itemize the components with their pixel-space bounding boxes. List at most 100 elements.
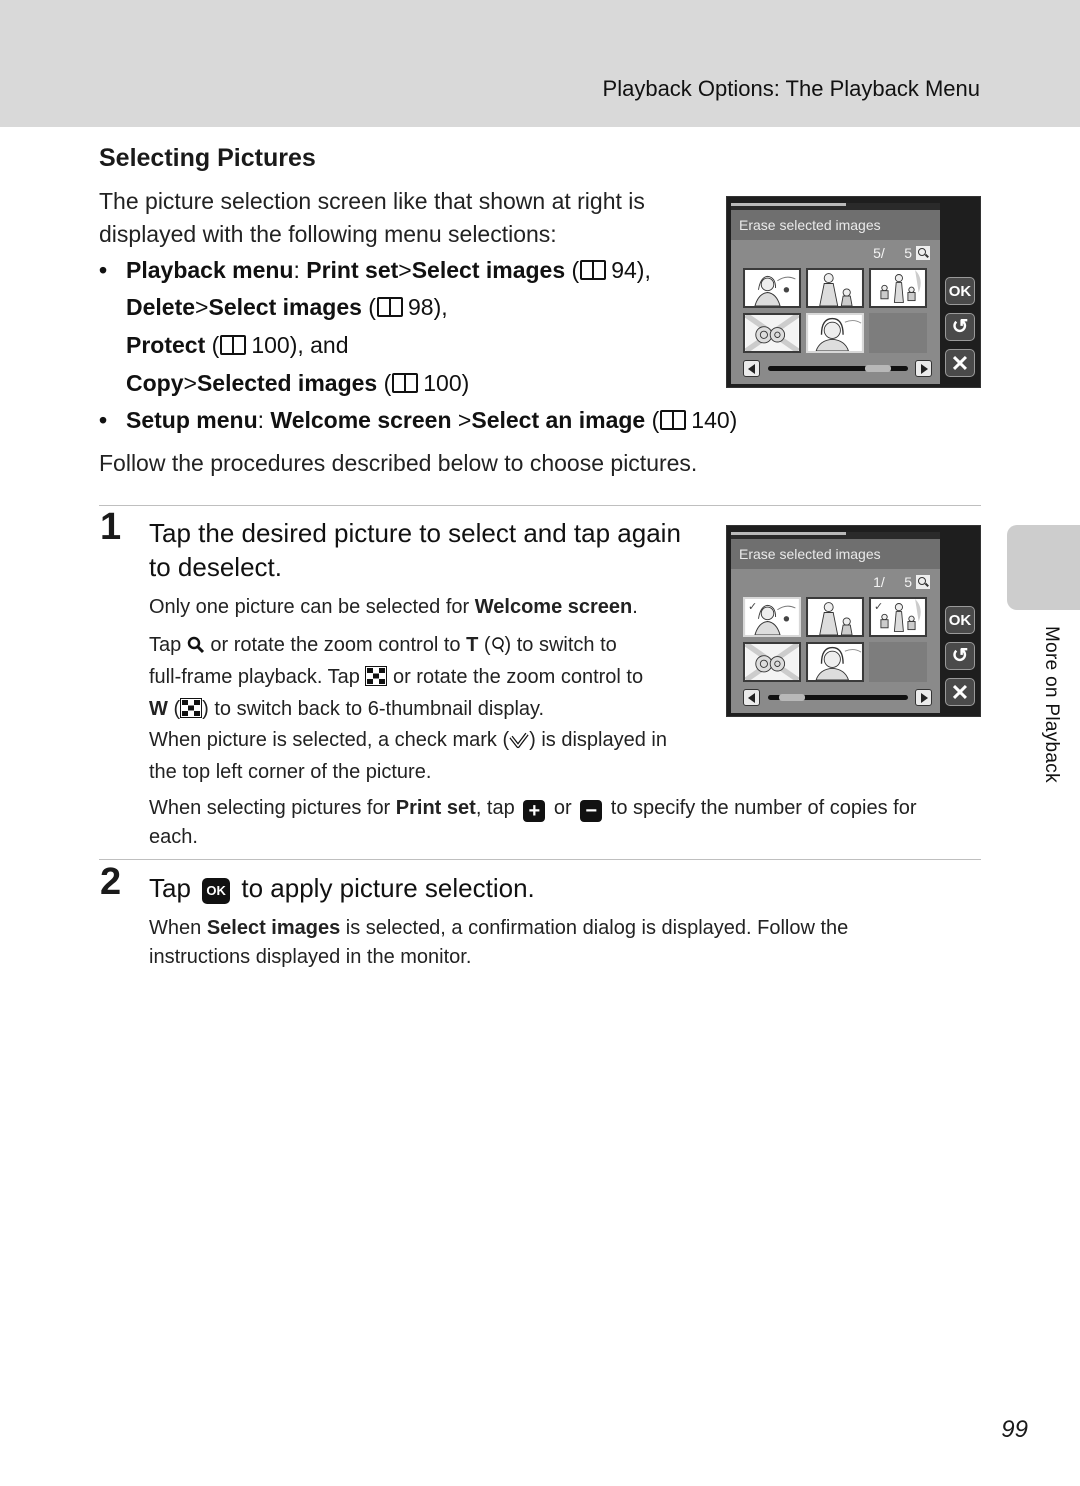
text: ) xyxy=(729,407,738,433)
menu-item-name: Protect xyxy=(126,332,206,358)
step-1-title: Tap the desired picture to select and ta… xyxy=(149,516,681,584)
book-reference-icon xyxy=(660,410,687,430)
cancel-button[interactable]: ✕ xyxy=(945,349,975,377)
check-note-line-1: When picture is selected, a check mark (… xyxy=(149,726,667,758)
text: full-frame playback. Tap xyxy=(149,666,366,688)
text: When selecting pictures for xyxy=(149,797,396,819)
print-note-line-1: When selecting pictures for Print set, t… xyxy=(149,794,989,823)
step-2-number: 2 xyxy=(100,861,122,903)
page-reference: 94 xyxy=(611,257,637,283)
cancel-button[interactable]: ✕ xyxy=(945,678,975,706)
book-reference-icon xyxy=(392,373,419,393)
book-reference-icon xyxy=(220,335,247,355)
text: Tap xyxy=(149,873,199,903)
camera-screen-example-2: Erase selected images 1/ 5 ✓ ✓ OK ↺ ✕ xyxy=(726,525,981,717)
follow-instruction: Follow the procedures described below to… xyxy=(99,450,698,476)
text: ) is displayed in xyxy=(529,729,667,751)
zoom-note-line-1: Tap or rotate the zoom control to T () t… xyxy=(149,631,643,663)
zoom-note-line-2: full-frame playback. Tap or rotate the z… xyxy=(149,663,643,695)
arrow-right-icon xyxy=(921,364,928,374)
thumbnail-family-outdoors[interactable]: ✓ xyxy=(869,597,927,637)
image-counter: 5/ 5 xyxy=(873,245,930,261)
scrollbar-thumb[interactable] xyxy=(865,365,891,372)
menu-item-name: Select images xyxy=(411,257,566,283)
text: > xyxy=(183,370,197,396)
thumbnail-grid-icon xyxy=(365,666,388,695)
book-reference-icon xyxy=(376,297,403,317)
back-button[interactable]: ↺ xyxy=(945,313,975,341)
text: . xyxy=(632,596,638,618)
step-2-body-line-2: instructions displayed in the monitor. xyxy=(149,946,472,968)
check-mark-icon: ✓ xyxy=(748,601,758,613)
book-reference-icon xyxy=(580,260,607,280)
selection-pane: Erase selected images 5/ 5 xyxy=(731,203,940,384)
text: > xyxy=(195,294,209,320)
chapter-tab xyxy=(1007,525,1080,610)
step-1-title-line-2: to deselect. xyxy=(149,552,282,582)
thumbnail-woman-with-child[interactable] xyxy=(806,268,864,308)
ok-icon: OK xyxy=(202,878,231,904)
thumbnail-woman-portrait[interactable] xyxy=(743,268,801,308)
text: ) xyxy=(461,370,470,396)
menu-item-name: Select an image xyxy=(471,407,646,433)
menu-item-name: Delete xyxy=(126,294,196,320)
thumbnail-family-outdoors[interactable] xyxy=(869,268,927,308)
text: , tap xyxy=(475,797,521,819)
text: When xyxy=(149,917,207,939)
scroll-left-button[interactable] xyxy=(743,360,760,377)
page-reference: 140 xyxy=(691,407,730,433)
back-button[interactable]: ↺ xyxy=(945,642,975,670)
side-button-column: OK ↺ ✕ xyxy=(940,526,980,716)
scroll-right-button[interactable] xyxy=(915,360,932,377)
step-2-title: Tap OK to apply picture selection. xyxy=(149,871,535,905)
text: ( xyxy=(565,257,580,283)
thumbnail-woman-portrait-closeup[interactable] xyxy=(806,313,864,353)
scroll-left-button[interactable] xyxy=(743,689,760,706)
step-1-title-line-1: Tap the desired picture to select and ta… xyxy=(149,518,681,548)
bold-term: Select images xyxy=(206,917,341,939)
text: to specify the number of copies for xyxy=(605,797,917,819)
thumbnail-woman-portrait-closeup[interactable] xyxy=(806,642,864,682)
thumbnail-scrollbar[interactable] xyxy=(768,694,908,701)
section-title: Selecting Pictures xyxy=(99,144,316,172)
print-set-note: When selecting pictures for Print set, t… xyxy=(149,794,989,852)
thumbnail-flowers[interactable] xyxy=(743,642,801,682)
chapter-label: More on Playback xyxy=(1041,626,1062,783)
menu-item-name: Welcome screen xyxy=(270,407,458,433)
text: to apply picture selection. xyxy=(234,873,535,903)
welcome-screen-note: Only one picture can be selected for Wel… xyxy=(149,593,638,622)
counter-current: 5/ xyxy=(873,245,905,261)
text: or xyxy=(548,797,578,819)
zoom-icon[interactable] xyxy=(916,246,930,260)
ok-button[interactable]: OK xyxy=(945,606,975,634)
text: or rotate the zoom control to xyxy=(387,666,644,688)
text: ( xyxy=(361,294,376,320)
divider xyxy=(99,859,981,860)
camera-screen-example-1: Erase selected images 5/ 5 OK ↺ ✕ xyxy=(726,196,981,388)
zoom-icon[interactable] xyxy=(916,575,930,589)
scrollbar-thumb[interactable] xyxy=(779,694,805,701)
check-mark-icon: ✓ xyxy=(874,601,884,613)
text: ), xyxy=(636,257,651,283)
menu-item-name: Copy xyxy=(126,370,184,396)
thumbnail-woman-portrait[interactable]: ✓ xyxy=(743,597,801,637)
progress-strip xyxy=(731,532,940,539)
print-note-line-2: each. xyxy=(149,826,198,848)
minus-icon: − xyxy=(580,800,603,822)
thumbnail-woman-with-child[interactable] xyxy=(806,597,864,637)
text: is selected, a confirmation dialog is di… xyxy=(340,917,849,939)
thumbnail-flowers[interactable] xyxy=(743,313,801,353)
ok-button[interactable]: OK xyxy=(945,277,975,305)
menu-path-line: Playback menu: Print set>Select images (… xyxy=(126,253,651,287)
empty-thumbnail-slot xyxy=(869,642,927,682)
scroll-right-button[interactable] xyxy=(915,689,932,706)
menu-path-line: Delete>Select images (98), xyxy=(126,290,448,324)
text: ), xyxy=(433,294,448,320)
bullet-marker: • xyxy=(99,407,108,433)
thumbnail-scrollbar[interactable] xyxy=(768,365,908,372)
text: Only one picture can be selected for xyxy=(149,596,475,618)
menu-path-line: Protect (100), and xyxy=(126,328,349,362)
selection-pane: Erase selected images 1/ 5 ✓ ✓ xyxy=(731,532,940,713)
arrow-left-icon xyxy=(748,693,755,703)
text: ( xyxy=(377,370,392,396)
